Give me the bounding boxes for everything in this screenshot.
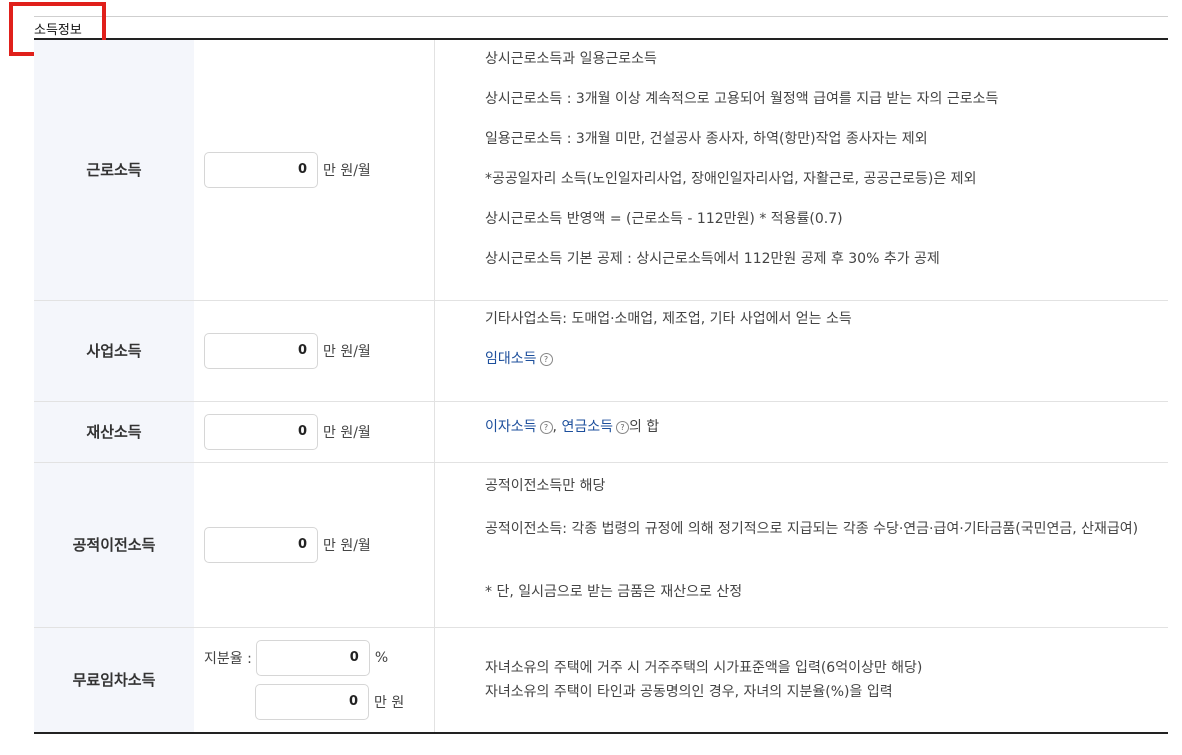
unit-label: 만 원/월 <box>323 424 371 441</box>
unit-label: 만 원/월 <box>323 162 371 179</box>
table-row-free-rent-income: 무료임차소득 지분율 : 0% 0 만 원 자녀소유의 주택에 거주 시 거주주택… <box>34 627 1168 734</box>
desc-line: 상시근로소득 기본 공제 : 상시근로소득에서 112만원 공제 후 30% 추… <box>485 250 940 267</box>
table-row-earned-income: 근로소득 0 만 원/월 상시근로소득과 일용근로소득 상시근로소득 : 3개월 … <box>34 40 1168 301</box>
desc-suffix: 의 합 <box>628 418 660 435</box>
question-circle-icon[interactable]: ? <box>539 352 553 366</box>
input-cell: 0 만 원/월 <box>194 462 435 628</box>
desc-line: 이자소득?, 연금소득? 의 합 <box>485 416 1168 436</box>
share-rate-row: 지분율 : 0% <box>204 639 434 676</box>
row-label: 사업소득 <box>34 300 194 402</box>
desc-line: 공적이전소득: 각종 법령의 규정에 의해 정기적으로 지급되는 각종 수당·연… <box>485 521 1139 537</box>
input-cell: 0 만 원/월 <box>194 40 435 301</box>
desc-line: 기타사업소득: 도매업·소매업, 제조업, 기타 사업에서 얻는 소득 <box>485 310 852 327</box>
income-table: 근로소득 0 만 원/월 상시근로소득과 일용근로소득 상시근로소득 : 3개월 … <box>34 40 1168 734</box>
description-cell: 공적이전소득만 해당 공적이전소득: 각종 법령의 규정에 의해 정기적으로 지… <box>434 462 1168 628</box>
earned-income-input[interactable]: 0 <box>204 151 318 188</box>
share-rate-input[interactable]: 0 <box>255 639 370 676</box>
question-circle-icon[interactable]: ? <box>615 420 629 434</box>
pension-income-link[interactable]: 연금소득 <box>561 419 613 435</box>
business-income-input[interactable]: 0 <box>204 332 318 369</box>
unit-label: 만 원/월 <box>323 537 371 554</box>
interest-income-link[interactable]: 이자소득 <box>485 419 537 435</box>
unit-label: % <box>374 649 389 666</box>
row-label: 재산소득 <box>34 401 194 463</box>
desc-line: 임대소득? <box>485 348 553 368</box>
desc-line: 상시근로소득 반영액 = (근로소득 - 112만원) * 적용률(0.7) <box>485 210 843 227</box>
description-cell: 이자소득?, 연금소득? 의 합 <box>434 401 1168 463</box>
property-income-input[interactable]: 0 <box>204 413 318 450</box>
row-label: 공적이전소득 <box>34 462 194 628</box>
desc-line: * 단, 일시금으로 받는 금품은 재산으로 산정 <box>485 584 743 600</box>
desc-line: 공적이전소득만 해당 <box>485 478 606 494</box>
input-cell: 0 만 원/월 <box>194 401 435 463</box>
input-cell: 0 만 원/월 <box>194 300 435 402</box>
table-row-business-income: 사업소득 0 만 원/월 기타사업소득: 도매업·소매업, 제조업, 기타 사업에… <box>34 300 1168 402</box>
desc-line: 상시근로소득과 일용근로소득 <box>485 50 657 67</box>
desc-line: 자녀소유의 주택이 타인과 공동명의인 경우, 자녀의 지분율(%)을 입력 <box>485 683 893 700</box>
desc-line: 상시근로소득 : 3개월 이상 계속적으로 고용되어 월정액 급여를 지급 받는… <box>485 90 999 107</box>
description-cell: 자녀소유의 주택에 거주 시 거주주택의 시가표준액을 입력(6억이상만 해당)… <box>434 627 1168 734</box>
desc-line: 일용근로소득 : 3개월 미만, 건설공사 종사자, 하역(항만)작업 종사자는… <box>485 130 928 147</box>
house-value-row: 0 만 원 <box>204 683 434 720</box>
separator: , <box>552 418 557 435</box>
row-label: 근로소득 <box>34 40 194 301</box>
desc-line: *공공일자리 소득(노인일자리사업, 장애인일자리사업, 자활근로, 공공근로등… <box>485 170 977 187</box>
top-divider <box>34 16 1168 17</box>
question-circle-icon[interactable]: ? <box>539 420 553 434</box>
input-cell: 지분율 : 0% 0 만 원 <box>194 627 435 734</box>
rental-income-link[interactable]: 임대소득 <box>485 351 537 367</box>
description-cell: 상시근로소득과 일용근로소득 상시근로소득 : 3개월 이상 계속적으로 고용되… <box>434 40 1168 301</box>
description-cell: 기타사업소득: 도매업·소매업, 제조업, 기타 사업에서 얻는 소득 임대소득… <box>434 300 1168 402</box>
row-label: 무료임차소득 <box>34 627 194 734</box>
table-row-property-income: 재산소득 0만 원/월 이자소득?, 연금소득? 의 합 <box>34 401 1168 463</box>
unit-label: 만 원 <box>374 694 405 711</box>
unit-label: 만 원/월 <box>323 343 371 360</box>
public-transfer-income-input[interactable]: 0 <box>204 526 318 563</box>
desc-line: 자녀소유의 주택에 거주 시 거주주택의 시가표준액을 입력(6억이상만 해당) <box>485 659 923 676</box>
house-value-input[interactable]: 0 <box>255 683 369 720</box>
share-rate-label: 지분율 : <box>204 650 252 667</box>
table-row-public-transfer-income: 공적이전소득 0 만 원/월 공적이전소득만 해당 공적이전소득: 각종 법령의 … <box>34 462 1168 628</box>
